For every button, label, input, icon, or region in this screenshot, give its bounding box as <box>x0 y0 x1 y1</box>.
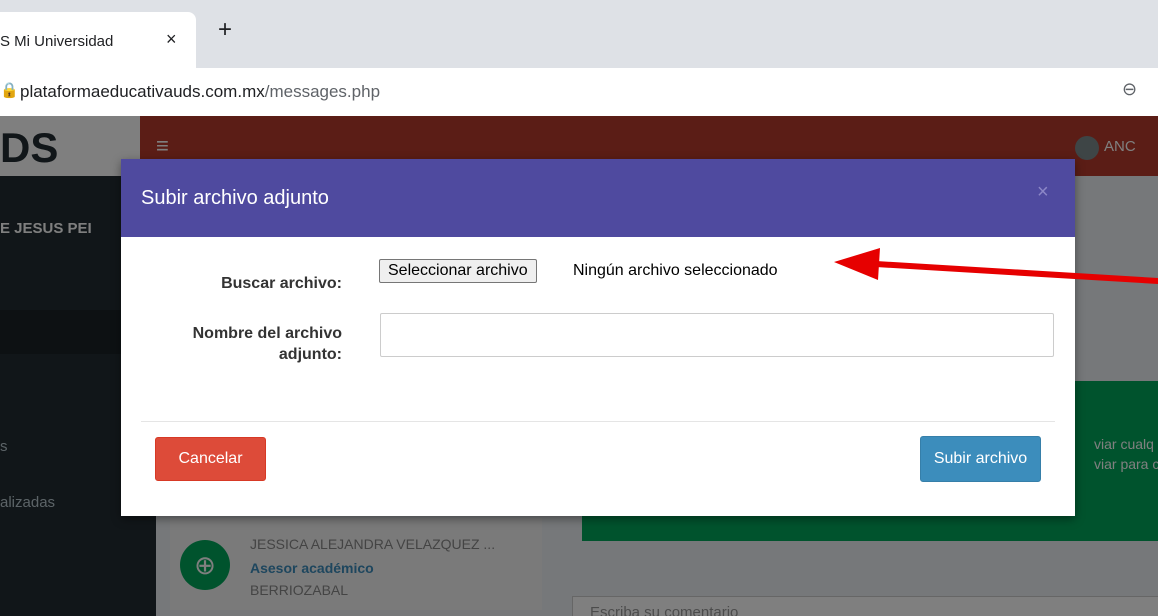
modal-header: Subir archivo adjunto × <box>121 159 1075 237</box>
zoom-icon[interactable]: ⊖ <box>1122 79 1137 100</box>
browser-tab[interactable]: S Mi Universidad × <box>0 12 196 68</box>
modal-title: Subir archivo adjunto <box>141 187 329 209</box>
address-bar[interactable]: 🔒 plataformaeducativauds.com.mx/messages… <box>0 68 1158 116</box>
attachment-name-label-line1: Nombre del archivo <box>192 325 342 342</box>
cancel-button[interactable]: Cancelar <box>155 437 266 481</box>
modal-divider <box>141 421 1055 422</box>
close-icon[interactable]: × <box>1037 181 1049 204</box>
select-file-button[interactable]: Seleccionar archivo <box>379 259 537 283</box>
url-domain: plataformaeducativauds.com.mx <box>20 82 265 101</box>
tab-title: S Mi Universidad <box>0 33 114 50</box>
upload-file-button[interactable]: Subir archivo <box>920 436 1041 482</box>
attachment-name-field[interactable] <box>380 313 1054 357</box>
url-text[interactable]: plataformaeducativauds.com.mx/messages.p… <box>20 82 380 102</box>
browser-tab-bar: S Mi Universidad × + <box>0 0 1158 68</box>
url-path: /messages.php <box>264 82 381 101</box>
attachment-name-label-line2: adjunto: <box>278 346 342 363</box>
tab-close-icon[interactable]: × <box>166 29 177 50</box>
new-tab-button[interactable]: + <box>218 18 232 42</box>
attachment-name-label: Nombre del archivo adjunto: <box>121 323 342 365</box>
file-field-label: Buscar archivo: <box>221 275 342 292</box>
file-status-text: Ningún archivo seleccionado <box>573 262 778 279</box>
upload-attachment-modal: Subir archivo adjunto × Buscar archivo: … <box>121 159 1075 516</box>
lock-icon[interactable]: 🔒 <box>0 81 19 99</box>
